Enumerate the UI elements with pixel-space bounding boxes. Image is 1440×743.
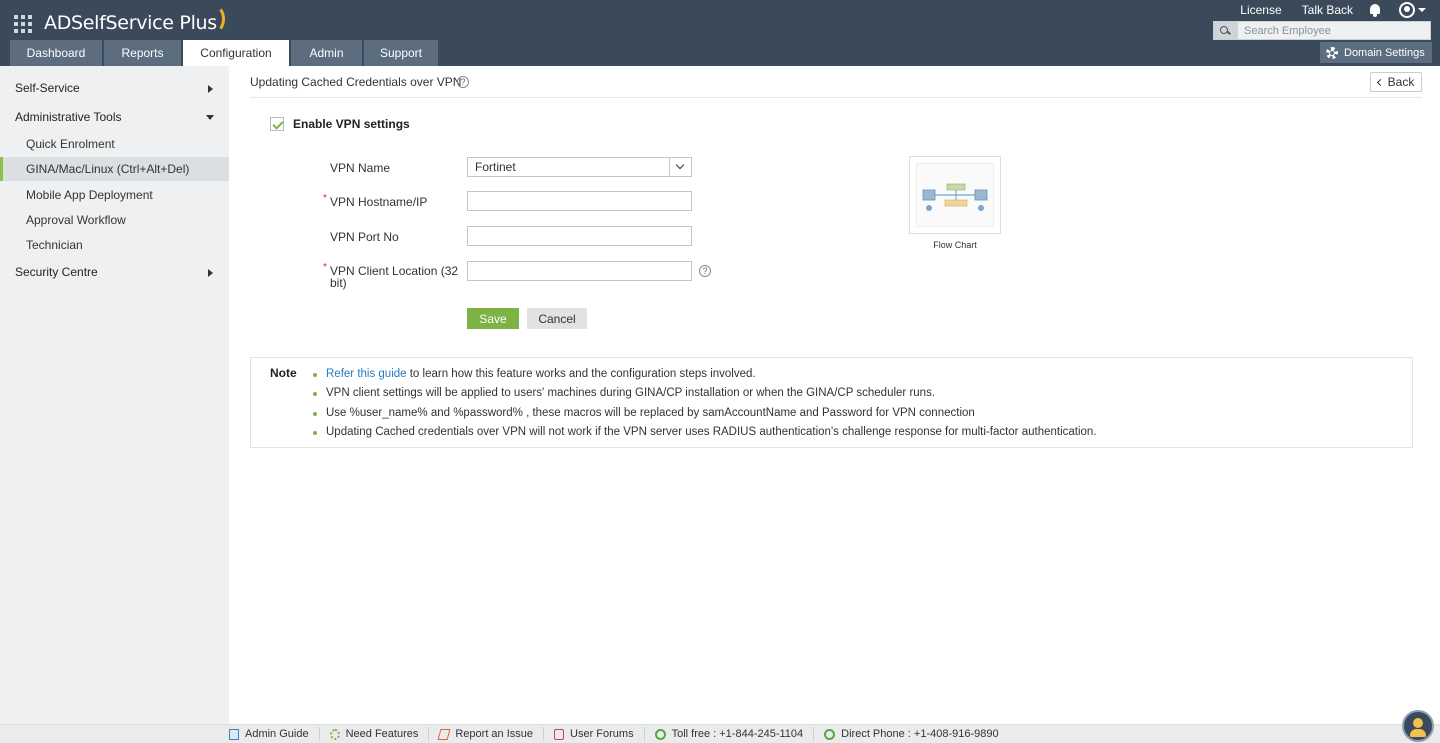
list-item: Use %user_name% and %password% , these m… [312, 407, 1097, 426]
apps-grid-icon[interactable] [14, 15, 32, 33]
lightbulb-icon [329, 728, 340, 740]
phone-icon [654, 728, 666, 740]
note-label: Note [270, 366, 297, 380]
required-asterisk: * [323, 262, 327, 273]
flow-chart-caption: Flow Chart [933, 240, 977, 250]
help-icon[interactable]: ? [457, 76, 469, 88]
chevron-left-icon [1376, 78, 1384, 86]
note-box: Note Refer this guide to learn how this … [250, 357, 1413, 448]
need-features-label: Need Features [345, 728, 419, 740]
tab-configuration[interactable]: Configuration [183, 40, 289, 66]
back-button[interactable]: Back [1370, 72, 1422, 92]
enable-vpn-checkbox[interactable] [270, 117, 284, 131]
vpn-port-label: VPN Port No [330, 230, 399, 244]
employee-search [1213, 21, 1431, 40]
note-item-text: to learn how this feature works and the … [406, 368, 756, 380]
save-button[interactable]: Save [467, 308, 519, 329]
talk-back-link[interactable]: Talk Back [1302, 3, 1353, 17]
app-logo: ADSelfService Plus [44, 12, 217, 34]
book-icon [229, 728, 239, 740]
list-item: VPN client settings will be applied to u… [312, 387, 1097, 406]
tab-support[interactable]: Support [364, 40, 438, 66]
logo-arc-icon [205, 5, 225, 33]
domain-settings-label: Domain Settings [1344, 46, 1425, 59]
phone-icon [824, 728, 836, 740]
admin-guide-link[interactable]: Admin Guide [219, 727, 320, 741]
chevron-right-icon [208, 85, 213, 93]
chevron-right-icon [208, 269, 213, 277]
note-list: Refer this guide to learn how this featu… [312, 368, 1097, 446]
page-title: Updating Cached Credentials over VPN [250, 75, 462, 89]
search-input[interactable] [1238, 24, 1428, 37]
refer-guide-link[interactable]: Refer this guide [326, 368, 407, 380]
bell-icon[interactable] [1369, 3, 1381, 17]
footer-links: Admin Guide Need Features Report an Issu… [219, 727, 1009, 741]
vpn-client-location-label: VPN Client Location (32 bit) [330, 264, 459, 290]
vpn-name-select[interactable]: Fortinet [467, 157, 692, 177]
sidebar-category-security-centre[interactable]: Security Centre [0, 261, 229, 283]
sidebar-category-label: Administrative Tools [15, 110, 122, 124]
chevron-down-icon [206, 115, 214, 120]
direct-phone-label: Direct Phone : +1-408-916-9890 [841, 728, 999, 740]
page-header: Updating Cached Credentials over VPN ? B… [250, 72, 1422, 98]
search-icon[interactable] [1214, 22, 1238, 39]
list-item: Refer this guide to learn how this featu… [312, 368, 1097, 387]
cancel-button[interactable]: Cancel [527, 308, 587, 329]
sidebar-item-approval-workflow[interactable]: Approval Workflow [0, 208, 229, 232]
tab-reports[interactable]: Reports [104, 40, 181, 66]
top-links: License Talk Back [1220, 2, 1426, 18]
vpn-hostname-label: VPN Hostname/IP [330, 195, 428, 209]
back-label: Back [1387, 75, 1415, 89]
report-issue-link[interactable]: Report an Issue [429, 727, 545, 741]
gear-icon [1326, 46, 1338, 59]
vpn-name-value: Fortinet [475, 160, 516, 174]
list-item: Updating Cached credentials over VPN wil… [312, 426, 1097, 445]
toll-free-phone: Toll free : +1-844-245-1104 [645, 727, 815, 741]
required-asterisk: * [323, 193, 327, 204]
vpn-port-input[interactable] [467, 226, 692, 246]
vpn-hostname-input[interactable] [467, 191, 692, 211]
forum-icon [554, 728, 565, 740]
vpn-name-label: VPN Name [330, 161, 391, 175]
caret-down-icon[interactable] [1418, 8, 1426, 12]
sidebar-category-administrative-tools[interactable]: Administrative Tools [0, 106, 229, 128]
sidebar-category-label: Security Centre [15, 265, 98, 279]
sidebar-category-label: Self-Service [15, 81, 80, 95]
select-arrow [669, 158, 691, 176]
chevron-down-icon [675, 160, 685, 170]
bug-report-icon [437, 728, 451, 740]
direct-phone: Direct Phone : +1-408-916-9890 [814, 727, 1008, 741]
sidebar-category-self-service[interactable]: Self-Service [0, 77, 229, 99]
user-forums-link[interactable]: User Forums [544, 727, 645, 741]
report-issue-label: Report an Issue [455, 728, 534, 740]
support-chat-icon[interactable] [1402, 710, 1434, 742]
main-tabs: Dashboard Reports Configuration Admin Su… [10, 40, 440, 66]
enable-vpn-label: Enable VPN settings [293, 117, 410, 131]
sidebar-item-mobile-app-deployment[interactable]: Mobile App Deployment [0, 183, 229, 207]
domain-settings-button[interactable]: Domain Settings [1320, 42, 1432, 63]
sidebar-item-quick-enrolment[interactable]: Quick Enrolment [0, 132, 229, 156]
tab-dashboard[interactable]: Dashboard [10, 40, 102, 66]
user-avatar-icon[interactable] [1399, 2, 1415, 18]
flow-chart-thumbnail[interactable] [909, 156, 1001, 234]
enable-vpn-row: Enable VPN settings [270, 117, 410, 131]
user-forums-label: User Forums [570, 728, 634, 740]
vpn-client-location-input[interactable] [467, 261, 692, 281]
help-icon[interactable]: ? [699, 265, 711, 277]
top-header: ADSelfService Plus License Talk Back Das… [0, 0, 1440, 66]
footer: Admin Guide Need Features Report an Issu… [0, 724, 1440, 743]
sidebar-item-gina-mac-linux[interactable]: GINA/Mac/Linux (Ctrl+Alt+Del) [0, 157, 229, 181]
sidebar: Self-Service Administrative Tools Quick … [0, 66, 229, 724]
flow-chart-image [916, 163, 994, 227]
license-link[interactable]: License [1240, 3, 1281, 17]
admin-guide-label: Admin Guide [245, 728, 309, 740]
toll-free-label: Toll free : +1-844-245-1104 [671, 728, 804, 740]
tab-admin[interactable]: Admin [291, 40, 362, 66]
sidebar-item-technician[interactable]: Technician [0, 233, 229, 257]
need-features-link[interactable]: Need Features [320, 727, 430, 741]
